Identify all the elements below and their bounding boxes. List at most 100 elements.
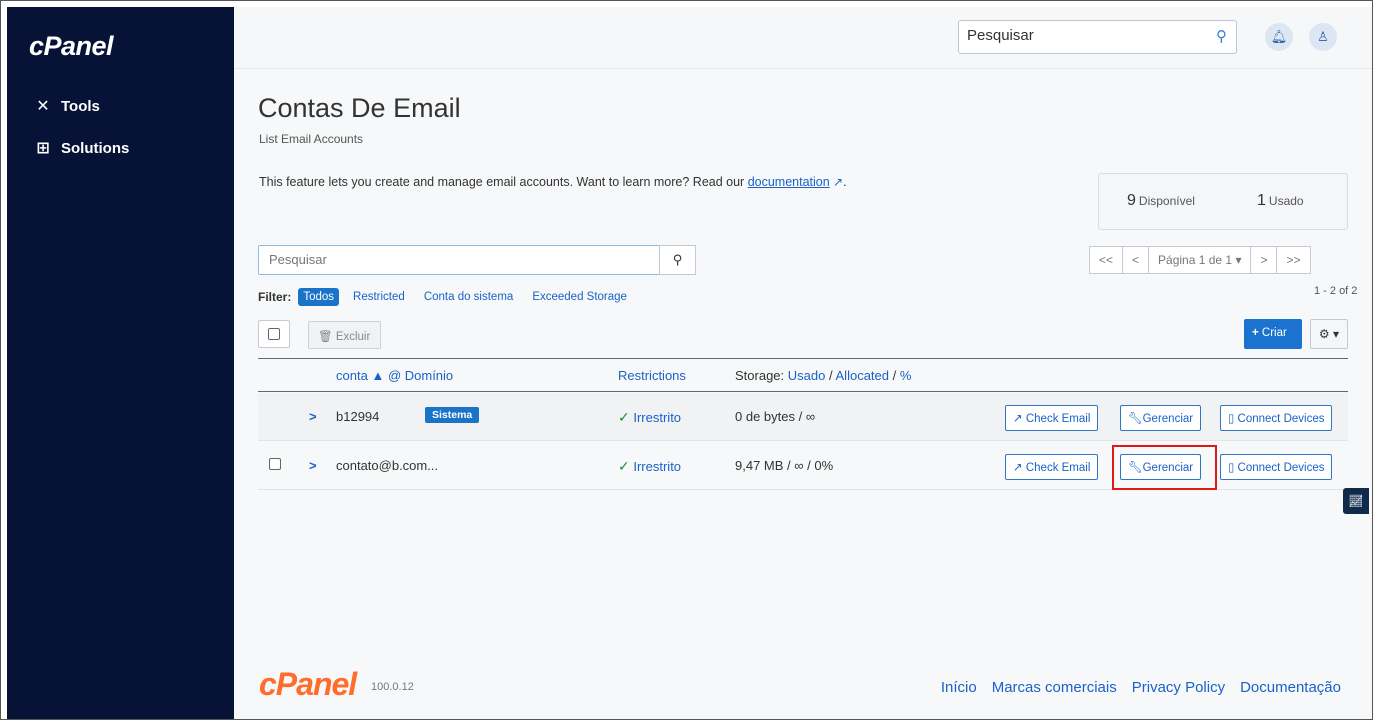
filter-label: Filter: <box>258 290 292 304</box>
solutions-icon: ⊞ <box>36 140 50 157</box>
used-count: 1 <box>1257 192 1266 209</box>
separator: / <box>828 368 833 383</box>
check-email-label: Check Email <box>1025 413 1091 425</box>
stats-chart-icon[interactable]: 📈︎ <box>1343 488 1369 514</box>
search-icon[interactable]: ⚲ <box>1216 27 1227 45</box>
next-page-button[interactable]: > <box>1250 246 1278 274</box>
account-search-placeholder: Pesquisar <box>269 252 327 267</box>
version-label: 100.0.12 <box>371 681 414 693</box>
select-all-checkbox[interactable] <box>258 320 290 348</box>
page-label: Página 1 de 1 <box>1158 253 1233 267</box>
sidebar-item-tools[interactable]: ✕ Tools <box>33 96 100 116</box>
global-search-input[interactable]: Pesquisar ⚲ <box>958 20 1237 54</box>
column-storage: Storage: Usado / Allocated / % <box>735 368 911 383</box>
sidebar: cPanel ✕ Tools ⊞ Solutions <box>7 7 234 719</box>
main-content: Contas De Email List Email Accounts This… <box>234 69 1372 719</box>
delete-button[interactable]: 🗑︎ Excluir <box>308 321 381 349</box>
filter-exceeded-storage[interactable]: Exceeded Storage <box>527 288 632 306</box>
filter-todos[interactable]: Todos <box>298 288 340 306</box>
prev-page-button[interactable]: < <box>1122 246 1150 274</box>
top-bar: Pesquisar ⚲ 🔔︎ ♙ <box>234 7 1372 69</box>
column-account-label: conta <box>336 368 368 383</box>
first-page-button[interactable]: << <box>1089 246 1124 274</box>
cpanel-logo[interactable]: cPanel <box>29 31 114 62</box>
external-link-icon[interactable]: ↗ <box>830 175 843 189</box>
page-select[interactable]: Página 1 de 1 ▾ <box>1148 246 1252 274</box>
storage-value: 0 de bytes / ∞ <box>735 409 816 424</box>
search-button[interactable]: ⚲ <box>659 245 696 275</box>
caret-down-icon: ▾ <box>1333 327 1340 341</box>
filter-system-account[interactable]: Conta do sistema <box>419 288 519 306</box>
footer-link-trademarks[interactable]: Marcas comerciais <box>992 679 1117 696</box>
settings-dropdown-button[interactable]: ⚙ ▾ <box>1310 319 1348 349</box>
sidebar-item-solutions[interactable]: ⊞ Solutions <box>33 138 129 158</box>
expand-chevron-icon[interactable]: > <box>309 458 317 473</box>
search-icon: ⚲ <box>672 252 683 267</box>
sidebar-item-label: Tools <box>61 97 100 115</box>
create-label: Criar <box>1261 327 1287 339</box>
tools-icon: ✕ <box>36 98 50 115</box>
available-label: Disponível <box>1138 194 1195 208</box>
restriction-status: ✓ Irrestrito <box>618 458 681 475</box>
last-page-button[interactable]: >> <box>1276 246 1311 274</box>
create-button[interactable]: + Criar <box>1244 319 1302 349</box>
storage-prefix: Storage: <box>735 368 785 383</box>
available-count: 9 <box>1127 192 1136 209</box>
filter-bar: Filter: Todos Restricted Conta do sistem… <box>258 288 641 306</box>
manage-button[interactable]: 🔧︎Gerenciar <box>1120 405 1202 431</box>
manage-label: Gerenciar <box>1142 413 1194 425</box>
wrench-icon: 🔧︎ <box>1128 413 1143 425</box>
checkbox <box>268 328 280 340</box>
account-name: b12994 <box>336 409 380 424</box>
caret-down-icon: ▾ <box>1235 253 1242 267</box>
connect-devices-button[interactable]: ▯ Connect Devices <box>1220 405 1333 431</box>
intro-sentence: This feature lets you create and manage … <box>259 175 748 189</box>
pagination: << < Página 1 de 1 ▾ > >> <box>1089 246 1311 274</box>
restriction-label: Irrestrito <box>633 459 682 474</box>
footer-links: Início Marcas comerciais Privacy Policy … <box>926 679 1341 696</box>
user-profile-icon[interactable]: ♙ <box>1309 23 1337 51</box>
delete-label: Excluir <box>335 331 371 343</box>
row-checkbox[interactable] <box>269 458 281 473</box>
column-restrictions[interactable]: Restrictions <box>618 368 686 383</box>
account-search-input[interactable]: Pesquisar <box>258 245 660 275</box>
filter-restricted[interactable]: Restricted <box>348 288 410 306</box>
highlight-box <box>1112 445 1217 490</box>
table-header: conta ▲ @ Domínio Restrictions Storage: … <box>258 358 1348 392</box>
footer-link-docs[interactable]: Documentação <box>1240 679 1341 696</box>
footer-link-home[interactable]: Início <box>941 679 977 696</box>
check-email-button[interactable]: ↗ Check Email <box>1005 405 1099 431</box>
external-link-icon: ↗ <box>1013 462 1023 474</box>
separator: / <box>892 368 897 383</box>
sidebar-item-label: Solutions <box>61 139 130 157</box>
expand-chevron-icon[interactable]: > <box>309 409 317 424</box>
connect-devices-label: Connect Devices <box>1237 413 1325 425</box>
notifications-bell-icon[interactable]: 🔔︎ <box>1265 23 1293 51</box>
table-row: > b12994 Sistema ✓ Irrestrito 0 de bytes… <box>258 393 1348 441</box>
sort-storage-percent[interactable]: % <box>900 368 912 383</box>
column-domain-label: @ Domínio <box>387 368 454 383</box>
intro-tail: . <box>843 175 847 189</box>
column-account-sort[interactable]: conta ▲ @ Domínio <box>336 368 453 383</box>
sort-storage-allocated[interactable]: Allocated <box>836 368 889 383</box>
account-name: contato@b.com... <box>336 458 439 473</box>
footer-link-privacy[interactable]: Privacy Policy <box>1132 679 1225 696</box>
check-email-button[interactable]: ↗ Check Email <box>1005 454 1099 480</box>
check-icon: ✓ <box>618 458 630 474</box>
restriction-label: Irrestrito <box>633 410 682 425</box>
connect-devices-button[interactable]: ▯ Connect Devices <box>1220 454 1333 480</box>
sort-asc-icon: ▲ <box>371 368 385 383</box>
storage-value: 9,47 MB / ∞ / 0% <box>735 458 834 473</box>
trash-icon: 🗑︎ <box>318 331 333 343</box>
documentation-link[interactable]: documentation <box>748 175 830 189</box>
used-label: Usado <box>1268 194 1304 208</box>
footer-cpanel-logo[interactable]: cPanel <box>259 666 357 703</box>
check-email-label: Check Email <box>1025 462 1091 474</box>
sort-storage-used[interactable]: Usado <box>788 368 826 383</box>
connect-devices-label: Connect Devices <box>1237 462 1325 474</box>
used-stat: 1 Usado <box>1257 192 1304 210</box>
system-badge: Sistema <box>425 407 480 423</box>
checkbox <box>269 458 281 470</box>
device-icon: ▯ <box>1228 462 1235 474</box>
check-icon: ✓ <box>618 409 630 425</box>
